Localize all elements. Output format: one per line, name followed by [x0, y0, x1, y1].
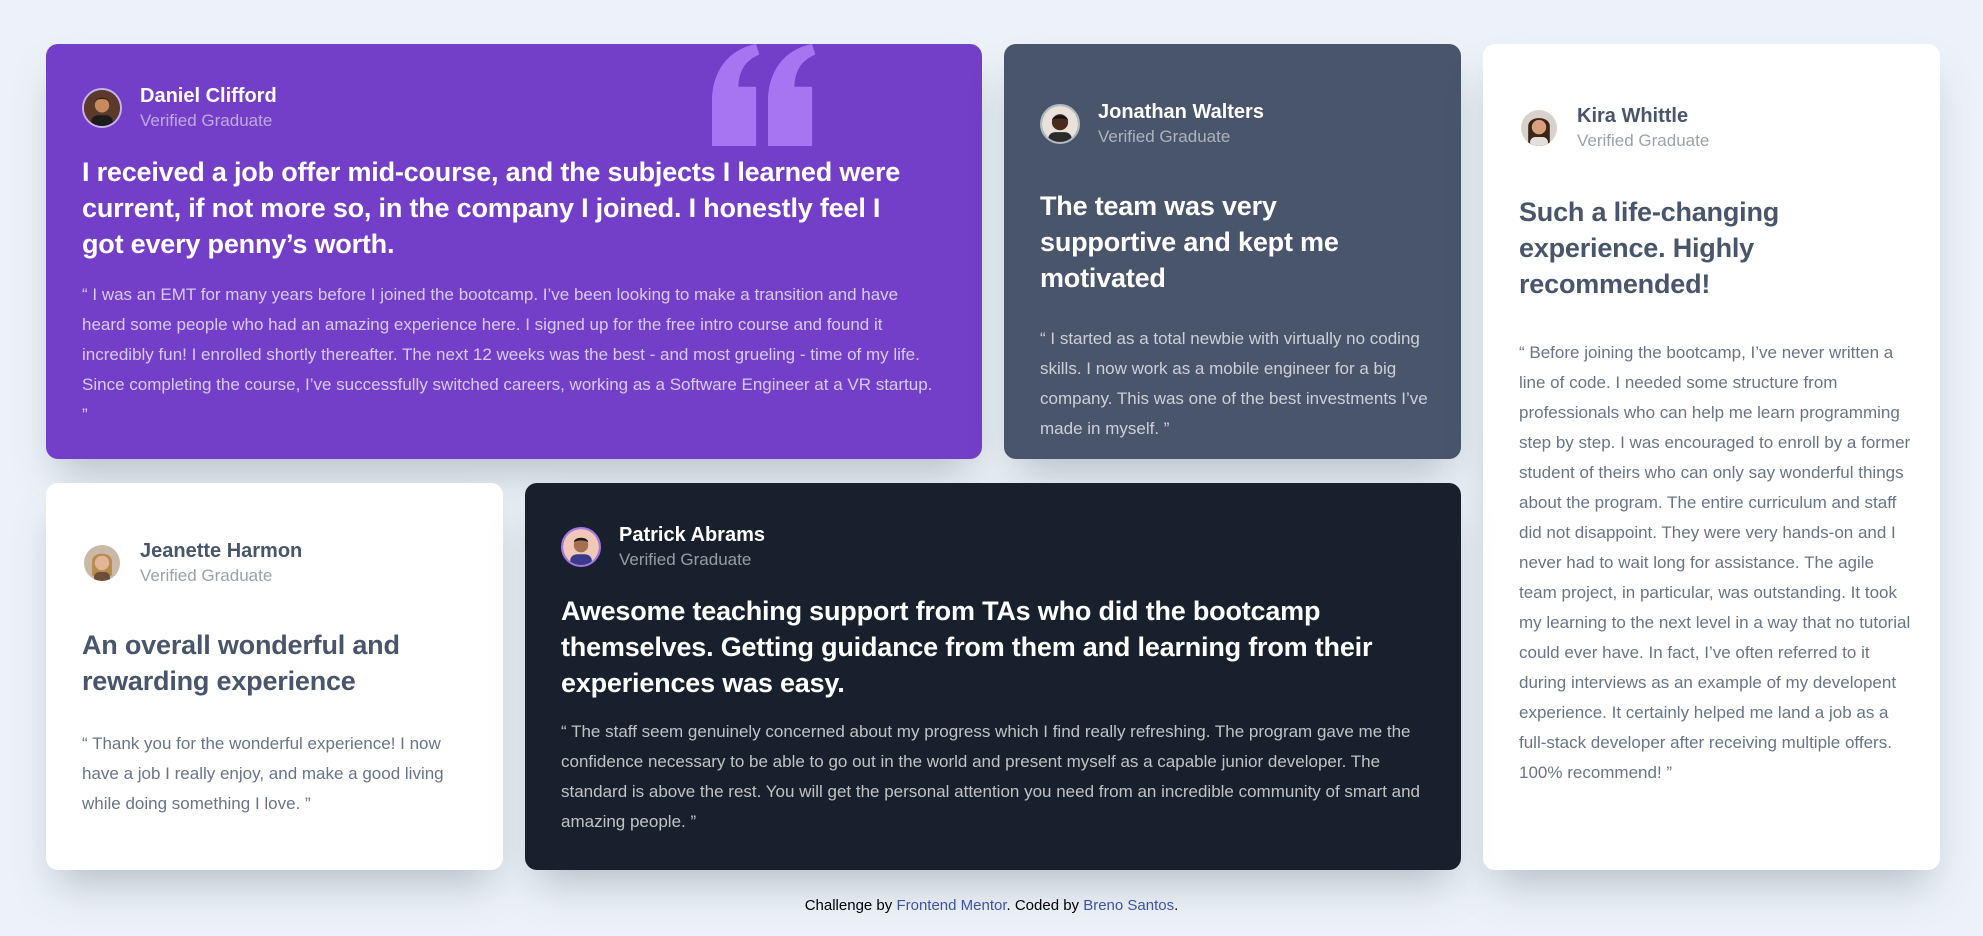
- testimonial-card-daniel: Daniel Clifford Verified Graduate I rece…: [46, 44, 982, 459]
- testimonial-card-jonathan: Jonathan Walters Verified Graduate The t…: [1004, 44, 1461, 459]
- testimonial-header: Jonathan Walters Verified Graduate: [1040, 100, 1425, 148]
- testimonial-headline: The team was very supportive and kept me…: [1040, 191, 1339, 294]
- testimonial-card-jeanette: Jeanette Harmon Verified Graduate An ove…: [46, 483, 503, 870]
- testimonial-headline: Awesome teaching support from TAs who di…: [561, 596, 1373, 699]
- testimonial-header: Kira Whittle Verified Graduate: [1519, 104, 1904, 152]
- author-role: Verified Graduate: [140, 111, 273, 130]
- testimonial-card-kira: Kira Whittle Verified Graduate Such a li…: [1483, 44, 1940, 870]
- testimonial-headline: Such a life-changing experience. Highly …: [1519, 197, 1780, 300]
- avatar-daniel: [82, 88, 122, 129]
- attribution: Challenge by Frontend Mentor. Coded by B…: [0, 897, 1983, 914]
- avatar-jonathan: [1040, 104, 1080, 145]
- testimonial-headline: I received a job offer mid-course, and t…: [82, 157, 901, 260]
- author-name: Patrick Abrams: [619, 524, 765, 546]
- testimonial-card-patrick: Patrick Abrams Verified Graduate Awesome…: [525, 483, 1461, 870]
- author-name: Jeanette Harmon: [140, 540, 303, 562]
- testimonial-header: Patrick Abrams Verified Graduate: [561, 523, 1425, 571]
- testimonial-quote: “ Thank you for the wonderful experience…: [82, 734, 444, 814]
- author-name: Daniel Clifford: [140, 85, 277, 107]
- testimonial-quote: “ Before joining the bootcamp, I’ve neve…: [1519, 343, 1911, 783]
- author-role: Verified Graduate: [619, 550, 752, 569]
- avatar-patrick: [561, 527, 601, 568]
- testimonial-header: Jeanette Harmon Verified Graduate: [82, 539, 467, 587]
- testimonial-quote: “ I started as a total newbie with virtu…: [1040, 329, 1428, 439]
- testimonial-headline: An overall wonderful and rewarding exper…: [82, 630, 400, 697]
- attribution-prefix: Challenge by: [804, 897, 893, 914]
- author-name: Kira Whittle: [1577, 105, 1689, 127]
- attribution-middle: . Coded by: [1006, 897, 1080, 914]
- author-role: Verified Graduate: [140, 566, 273, 585]
- author-role: Verified Graduate: [1098, 127, 1231, 146]
- attribution-suffix: .: [1174, 897, 1179, 914]
- avatar-jeanette: [82, 543, 122, 584]
- frontend-mentor-link[interactable]: Frontend Mentor: [896, 897, 1006, 914]
- author-name: Jonathan Walters: [1098, 101, 1264, 123]
- testimonial-quote: “ I was an EMT for many years before I j…: [82, 285, 933, 425]
- avatar-kira: [1519, 108, 1559, 149]
- testimonial-header: Daniel Clifford Verified Graduate: [82, 84, 946, 132]
- testimonial-quote: “ The staff seem genuinely concerned abo…: [561, 722, 1420, 832]
- author-link[interactable]: Breno Santos: [1083, 897, 1174, 914]
- author-role: Verified Graduate: [1577, 131, 1710, 150]
